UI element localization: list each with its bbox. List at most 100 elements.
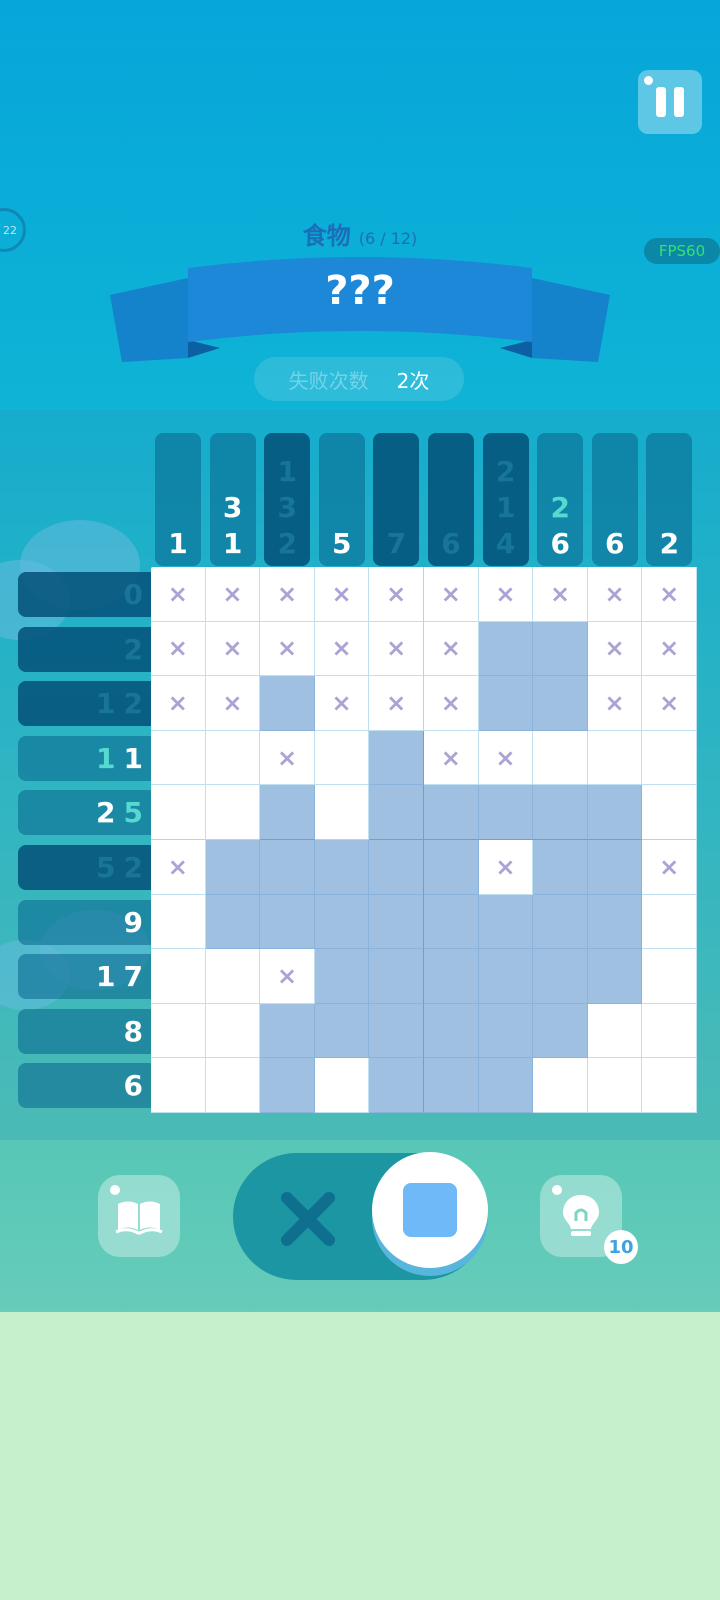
grid-cell-crossed[interactable]: ×	[205, 621, 261, 677]
grid-cell-crossed[interactable]: ×	[369, 676, 424, 731]
grid-cell-empty[interactable]	[151, 1058, 206, 1113]
grid-cell-empty[interactable]	[151, 730, 206, 786]
fill-mode-button[interactable]	[372, 1152, 488, 1268]
grid-cell-empty[interactable]	[642, 785, 697, 840]
grid-cell-filled[interactable]	[260, 839, 315, 895]
grid-cell-filled[interactable]	[587, 839, 643, 895]
grid-cell-empty[interactable]	[642, 1058, 697, 1113]
grid-cell-empty[interactable]	[205, 1058, 261, 1113]
grid-cell-filled[interactable]	[314, 894, 370, 950]
grid-cell-filled[interactable]	[478, 894, 534, 950]
grid-cell-empty[interactable]	[314, 730, 370, 786]
grid-cell-crossed[interactable]: ×	[314, 567, 370, 622]
grid-cell-crossed[interactable]: ×	[423, 567, 479, 622]
grid-cell-crossed[interactable]: ×	[260, 621, 315, 677]
grid-cell-filled[interactable]	[533, 949, 588, 1004]
grid-cell-filled[interactable]	[423, 839, 479, 895]
nonogram-grid[interactable]: × × × × × × × × × × × × × × × × × × × × × × × × × × × × × × × ×	[151, 567, 697, 1113]
pause-button[interactable]	[638, 70, 702, 134]
grid-cell-filled[interactable]	[533, 785, 588, 840]
grid-cell-filled[interactable]	[478, 949, 534, 1004]
grid-cell-empty[interactable]	[151, 785, 206, 840]
grid-cell-filled[interactable]	[369, 785, 424, 840]
grid-cell-filled[interactable]	[260, 1058, 315, 1113]
grid-cell-empty[interactable]	[642, 894, 697, 950]
grid-cell-crossed[interactable]: ×	[587, 676, 643, 731]
grid-cell-filled[interactable]	[369, 1003, 424, 1059]
grid-cell-crossed[interactable]: ×	[151, 839, 206, 895]
grid-cell-filled[interactable]	[478, 621, 534, 677]
grid-cell-crossed[interactable]: ×	[260, 730, 315, 786]
grid-cell-filled[interactable]	[533, 676, 588, 731]
grid-cell-filled[interactable]	[260, 676, 315, 731]
grid-cell-filled[interactable]	[260, 1003, 315, 1059]
grid-cell-empty[interactable]	[205, 949, 261, 1004]
grid-cell-crossed[interactable]: ×	[642, 621, 697, 677]
grid-cell-filled[interactable]	[533, 839, 588, 895]
grid-cell-filled[interactable]	[478, 1003, 534, 1059]
grid-cell-crossed[interactable]: ×	[423, 676, 479, 731]
grid-cell-filled[interactable]	[533, 1003, 588, 1059]
grid-cell-empty[interactable]	[151, 894, 206, 950]
grid-cell-empty[interactable]	[533, 730, 588, 786]
grid-cell-filled[interactable]	[314, 1003, 370, 1059]
grid-cell-empty[interactable]	[587, 730, 643, 786]
grid-cell-empty[interactable]	[151, 949, 206, 1004]
grid-cell-crossed[interactable]: ×	[423, 621, 479, 677]
grid-cell-filled[interactable]	[533, 621, 588, 677]
grid-cell-crossed[interactable]: ×	[423, 730, 479, 786]
grid-cell-filled[interactable]	[369, 730, 424, 786]
cross-mode-button[interactable]	[275, 1186, 341, 1252]
grid-cell-crossed[interactable]: ×	[151, 567, 206, 622]
grid-cell-crossed[interactable]: ×	[642, 567, 697, 622]
grid-cell-empty[interactable]	[314, 1058, 370, 1113]
grid-cell-empty[interactable]	[533, 1058, 588, 1113]
grid-cell-crossed[interactable]: ×	[478, 730, 534, 786]
grid-cell-crossed[interactable]: ×	[587, 567, 643, 622]
grid-cell-filled[interactable]	[314, 949, 370, 1004]
grid-cell-crossed[interactable]: ×	[260, 949, 315, 1004]
grid-cell-filled[interactable]	[533, 894, 588, 950]
grid-cell-filled[interactable]	[260, 785, 315, 840]
grid-cell-empty[interactable]	[205, 730, 261, 786]
grid-cell-crossed[interactable]: ×	[369, 567, 424, 622]
grid-cell-filled[interactable]	[423, 1003, 479, 1059]
grid-cell-crossed[interactable]: ×	[642, 676, 697, 731]
grid-cell-crossed[interactable]: ×	[369, 621, 424, 677]
grid-cell-empty[interactable]	[151, 1003, 206, 1059]
grid-cell-empty[interactable]	[587, 1003, 643, 1059]
grid-cell-empty[interactable]	[642, 949, 697, 1004]
grid-cell-filled[interactable]	[205, 894, 261, 950]
grid-cell-empty[interactable]	[642, 730, 697, 786]
grid-cell-filled[interactable]	[369, 894, 424, 950]
grid-cell-crossed[interactable]: ×	[533, 567, 588, 622]
grid-cell-crossed[interactable]: ×	[314, 621, 370, 677]
grid-cell-crossed[interactable]: ×	[478, 567, 534, 622]
grid-cell-filled[interactable]	[478, 785, 534, 840]
grid-cell-empty[interactable]	[205, 785, 261, 840]
grid-cell-filled[interactable]	[369, 839, 424, 895]
grid-cell-filled[interactable]	[587, 894, 643, 950]
grid-cell-crossed[interactable]: ×	[478, 839, 534, 895]
grid-cell-crossed[interactable]: ×	[151, 621, 206, 677]
grid-cell-crossed[interactable]: ×	[151, 676, 206, 731]
grid-cell-filled[interactable]	[369, 949, 424, 1004]
grid-cell-filled[interactable]	[260, 894, 315, 950]
grid-cell-empty[interactable]	[205, 1003, 261, 1059]
grid-cell-filled[interactable]	[205, 839, 261, 895]
grid-cell-crossed[interactable]: ×	[587, 621, 643, 677]
grid-cell-filled[interactable]	[478, 676, 534, 731]
grid-cell-filled[interactable]	[423, 785, 479, 840]
grid-cell-crossed[interactable]: ×	[642, 839, 697, 895]
grid-cell-crossed[interactable]: ×	[260, 567, 315, 622]
grid-cell-filled[interactable]	[423, 949, 479, 1004]
grid-cell-empty[interactable]	[642, 1003, 697, 1059]
grid-cell-filled[interactable]	[587, 949, 643, 1004]
grid-cell-filled[interactable]	[423, 1058, 479, 1113]
grid-cell-filled[interactable]	[423, 894, 479, 950]
grid-cell-crossed[interactable]: ×	[314, 676, 370, 731]
grid-cell-filled[interactable]	[314, 839, 370, 895]
grid-cell-crossed[interactable]: ×	[205, 567, 261, 622]
grid-cell-filled[interactable]	[369, 1058, 424, 1113]
grid-cell-filled[interactable]	[478, 1058, 534, 1113]
